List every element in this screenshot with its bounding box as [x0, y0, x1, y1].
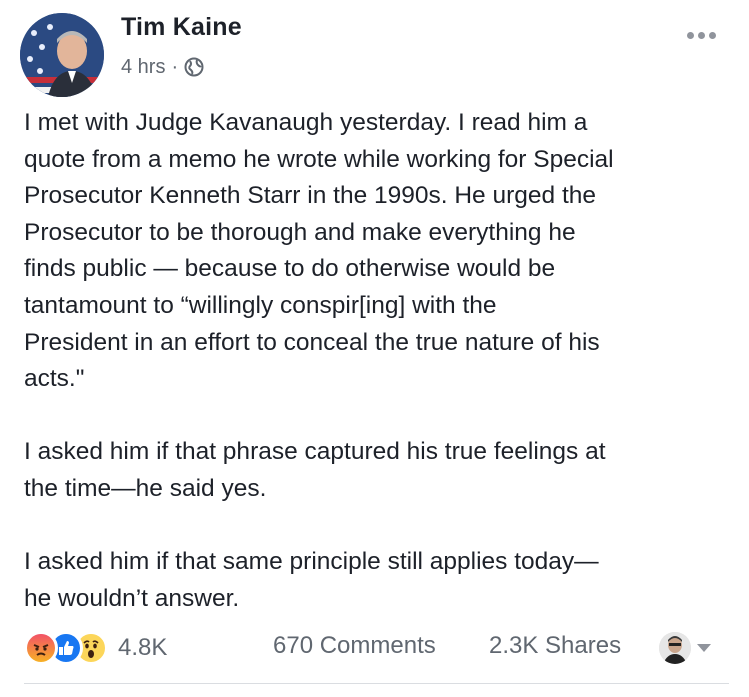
text-line: quote from a memo he wrote while working… — [24, 145, 614, 173]
text-line: Prosecutor to be thorough and make every… — [24, 218, 576, 246]
paragraph: I asked him if that phrase captured his … — [24, 434, 729, 507]
globe-icon[interactable] — [184, 57, 204, 77]
post-body: I met with Judge Kavanaugh yesterday. I … — [24, 105, 729, 654]
text-line: President in an effort to conceal the tr… — [24, 328, 600, 356]
text-line: finds public — because to do otherwise w… — [24, 255, 556, 283]
post-time[interactable]: 4 hrs — [121, 56, 165, 79]
author-avatar[interactable] — [20, 13, 104, 97]
text-line: Prosecutor Kenneth Starr in the 1990s. H… — [24, 182, 597, 210]
more-options-icon[interactable] — [676, 24, 726, 46]
footer-divider — [24, 683, 729, 684]
text-line: he wouldn’t answer. — [24, 584, 240, 612]
angry-icon — [24, 631, 58, 665]
reaction-count[interactable]: 4.8K — [118, 634, 167, 662]
shares-link[interactable]: 2.3K Shares — [489, 632, 621, 660]
text-line: I asked him if that phrase captured his … — [24, 438, 606, 466]
paragraph: I met with Judge Kavanaugh yesterday. I … — [24, 105, 729, 398]
post-card: Tim Kaine 4 hrs · I met with Judge Kavan… — [0, 0, 749, 697]
text-line: tantamount to “willingly conspir[ing] wi… — [24, 291, 497, 319]
text-line: I met with Judge Kavanaugh yesterday. I … — [24, 109, 588, 136]
reactions-summary[interactable]: 4.8K — [24, 628, 167, 668]
comments-link[interactable]: 670 Comments — [273, 632, 436, 660]
actor-selector[interactable] — [659, 630, 725, 666]
post-footer: 4.8K 670 Comments 2.3K Shares — [0, 626, 749, 670]
text-line: acts." — [24, 365, 85, 393]
meta-separator: · — [171, 55, 179, 78]
actor-avatar — [659, 632, 691, 664]
text-line: I asked him if that same principle still… — [24, 548, 599, 576]
paragraph: I asked him if that same principle still… — [24, 544, 729, 617]
avatar-photo — [20, 13, 104, 97]
post-meta: 4 hrs · — [121, 54, 204, 80]
text-line: the time—he said yes. — [24, 474, 267, 502]
author-name[interactable]: Tim Kaine — [121, 13, 242, 42]
chevron-down-icon — [697, 644, 711, 652]
